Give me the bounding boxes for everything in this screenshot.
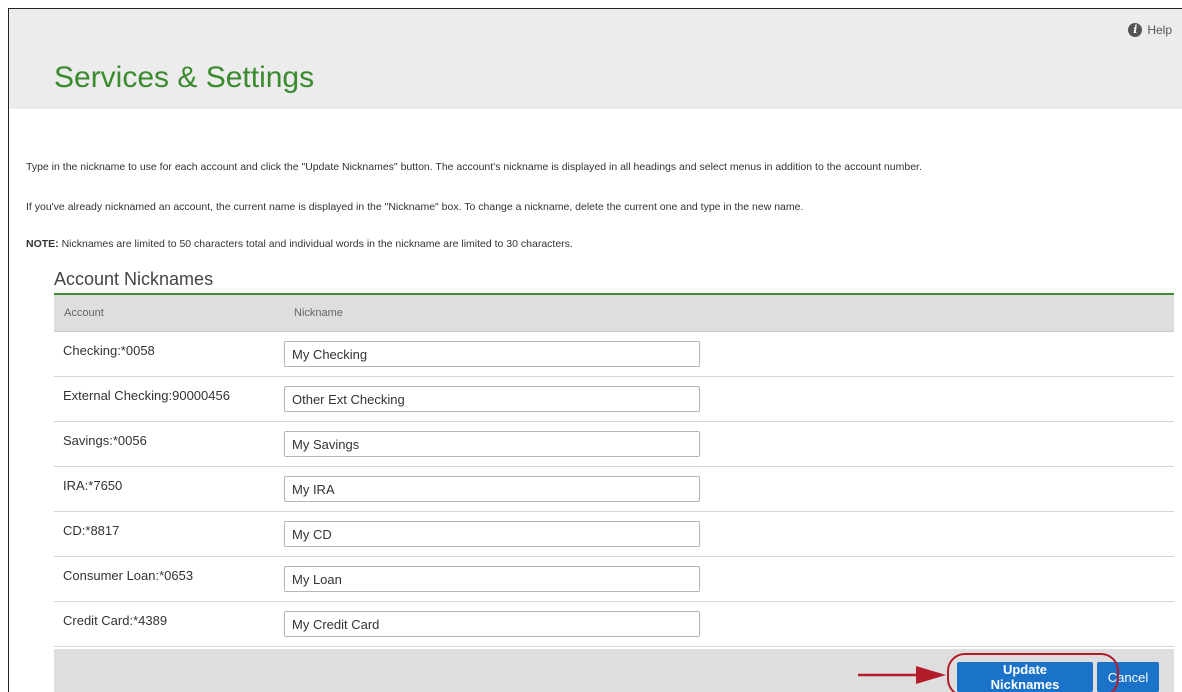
note-body: Nicknames are limited to 50 characters t… <box>58 238 573 250</box>
table-row: IRA:*7650 <box>54 467 1174 512</box>
account-name: IRA:*7650 <box>63 478 123 493</box>
table-header: Account Nickname <box>54 295 1174 332</box>
account-nicknames-section: Account Nicknames Account Nickname Check… <box>54 269 1174 647</box>
nickname-input[interactable] <box>284 521 700 547</box>
table-row: Consumer Loan:*0653 <box>54 557 1174 602</box>
table-row: External Checking:90000456 <box>54 377 1174 422</box>
table-row: Credit Card:*4389 <box>54 602 1174 647</box>
note-label: NOTE: <box>26 238 59 250</box>
account-name: External Checking:90000456 <box>63 388 230 403</box>
update-nicknames-button[interactable]: Update Nicknames <box>957 662 1093 692</box>
section-title: Account Nicknames <box>54 269 1174 295</box>
help-label: Help <box>1147 23 1172 37</box>
nickname-input[interactable] <box>284 341 700 367</box>
page-title: Services & Settings <box>54 61 315 94</box>
account-name: Checking:*0058 <box>63 343 155 358</box>
account-name: Consumer Loan:*0653 <box>63 568 194 583</box>
action-bar: Update Nicknames Cancel <box>54 649 1174 692</box>
nickname-input[interactable] <box>284 566 700 592</box>
nickname-input[interactable] <box>284 386 700 412</box>
table-row: Checking:*0058 <box>54 332 1174 377</box>
callout-arrow-icon <box>858 666 946 684</box>
account-name: CD:*8817 <box>63 523 120 538</box>
intro-text-1: Type in the nickname to use for each acc… <box>26 161 922 173</box>
table-row: CD:*8817 <box>54 512 1174 557</box>
nickname-input[interactable] <box>284 476 700 502</box>
info-icon: i <box>1128 23 1143 37</box>
cancel-button[interactable]: Cancel <box>1097 662 1159 692</box>
help-link[interactable]: i Help <box>1128 23 1172 37</box>
page-frame: i Help Services & Settings Type in the n… <box>8 8 1182 692</box>
account-name: Savings:*0056 <box>63 433 147 448</box>
column-header-nickname: Nickname <box>294 307 343 319</box>
column-header-account: Account <box>64 307 104 319</box>
table-row: Savings:*0056 <box>54 422 1174 467</box>
account-name: Credit Card:*4389 <box>63 613 168 628</box>
nickname-input[interactable] <box>284 611 700 637</box>
note-text: NOTE: Nicknames are limited to 50 charac… <box>26 238 573 250</box>
nickname-input[interactable] <box>284 431 700 457</box>
intro-text-2: If you've already nicknamed an account, … <box>26 201 804 213</box>
